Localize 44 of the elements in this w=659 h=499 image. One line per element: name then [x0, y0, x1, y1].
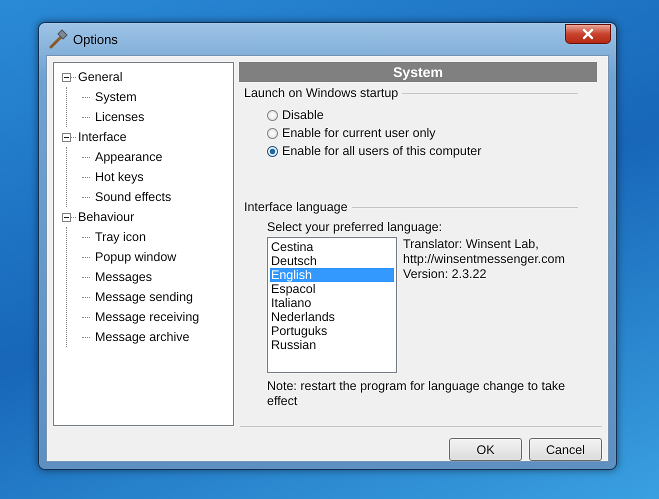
collapse-icon[interactable]: [62, 132, 71, 142]
radio-button[interactable]: [267, 146, 278, 156]
radio-button[interactable]: [267, 110, 278, 120]
language-item[interactable]: Italiano: [270, 296, 394, 310]
window-title: Options: [73, 32, 118, 46]
language-item[interactable]: Cestina: [270, 240, 394, 254]
translator-info: Translator: Winsent Lab,: [403, 237, 540, 252]
radio-option[interactable]: Enable for current user only: [267, 126, 602, 140]
radio-option[interactable]: Enable for all users of this computer: [267, 144, 602, 158]
dialog-button[interactable]: Cancel: [529, 438, 602, 461]
tree-item[interactable]: Hot keys: [95, 170, 144, 184]
tree-item[interactable]: Messages: [95, 270, 152, 284]
language-item[interactable]: Espacol: [270, 282, 394, 296]
group-title: Launch on Windows startup: [244, 86, 398, 100]
section-header: System: [239, 62, 597, 82]
language-item[interactable]: Nederlands: [270, 310, 394, 324]
collapse-icon[interactable]: [62, 72, 71, 82]
restart-note: Note: restart the program for language change to take effect: [267, 379, 566, 409]
hammer-icon: [48, 29, 68, 49]
collapse-icon[interactable]: [62, 212, 71, 222]
tree-item[interactable]: Message sending: [95, 290, 193, 304]
tree-item[interactable]: Licenses: [95, 110, 144, 124]
close-icon: [581, 28, 595, 40]
translator-info: http://winsentmessenger.com: [403, 252, 565, 267]
language-item[interactable]: Deutsch: [270, 254, 394, 268]
tree-item[interactable]: System: [95, 90, 137, 104]
tree-item[interactable]: Interface: [78, 130, 127, 144]
tree-item[interactable]: Popup window: [95, 250, 176, 264]
tree-item[interactable]: General: [78, 70, 122, 84]
radio-option[interactable]: Disable: [267, 108, 602, 122]
tree-item[interactable]: Message receiving: [95, 310, 200, 324]
group-title: Interface language: [244, 200, 348, 214]
language-item[interactable]: Russian: [270, 338, 394, 352]
radio-button[interactable]: [267, 128, 278, 138]
language-prompt: Select your preferred language:: [267, 220, 444, 234]
tree-item[interactable]: Behaviour: [78, 210, 134, 224]
tree-item[interactable]: Sound effects: [95, 190, 172, 204]
tree-item[interactable]: Tray icon: [95, 230, 146, 244]
translator-info: Version: 2.3.22: [403, 267, 488, 282]
tree-item[interactable]: Message archive: [95, 330, 190, 344]
tree-item[interactable]: Appearance: [95, 150, 162, 164]
language-item[interactable]: Portuguks: [270, 324, 394, 338]
close-button[interactable]: [565, 24, 611, 44]
dialog-button[interactable]: OK: [449, 438, 522, 461]
